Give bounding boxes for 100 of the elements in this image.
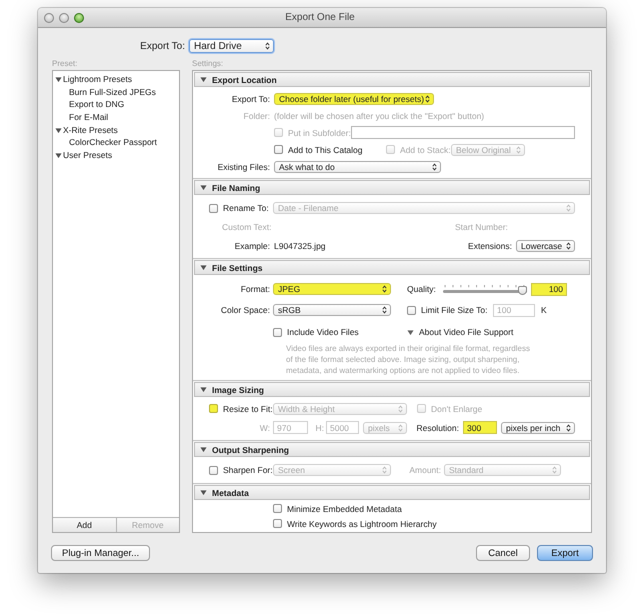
input-field[interactable] <box>351 126 575 139</box>
section-title: File Settings <box>212 262 263 272</box>
disclosure-triangle-icon[interactable] <box>55 126 62 134</box>
checkbox-label[interactable]: Rename To: <box>223 203 269 213</box>
add-button[interactable]: Add <box>53 518 116 532</box>
preset-group[interactable]: Lightroom Presets <box>63 74 132 84</box>
preset-group[interactable]: X-Rite Presets <box>63 125 118 136</box>
field-label: Existing Files: <box>216 162 270 172</box>
input-field[interactable]: 100 <box>531 282 567 296</box>
section-header[interactable]: Image Sizing <box>194 382 590 397</box>
checkbox-label[interactable]: Resize to Fit: <box>223 404 273 414</box>
checkbox[interactable] <box>209 466 218 474</box>
info-text: (folder will be chosen after you click the "Export" button) <box>274 110 486 120</box>
updown-arrows-icon <box>566 204 571 212</box>
disclosure-triangle-icon <box>200 489 207 496</box>
updown-arrows-icon <box>425 94 430 102</box>
section-title: Image Sizing <box>212 384 264 394</box>
checkbox[interactable] <box>273 504 282 513</box>
section-title: File Naming <box>212 182 260 192</box>
field-label: Format: <box>240 284 270 294</box>
checkbox[interactable] <box>209 204 218 212</box>
section-header[interactable]: Metadata <box>194 485 590 500</box>
section-header[interactable]: File Settings <box>194 260 590 275</box>
info-text: Start Number: <box>455 222 509 232</box>
section-header[interactable]: Export Location <box>194 72 590 87</box>
minimize-button[interactable] <box>59 12 69 22</box>
field-label: W: <box>258 422 270 432</box>
zoom-button[interactable] <box>74 12 84 22</box>
export-button[interactable]: Export <box>537 545 593 561</box>
updown-arrows-icon <box>516 146 521 154</box>
updown-arrows-icon <box>382 466 387 474</box>
checkbox[interactable] <box>274 145 283 154</box>
preset-item[interactable]: Burn Full-Sized JPEGs <box>55 86 179 98</box>
field-label: Resolution: <box>415 422 459 432</box>
disclosure-triangle-icon[interactable] <box>55 76 62 83</box>
updown-arrows-icon <box>566 424 571 432</box>
field-label: Folder: <box>242 110 270 120</box>
dropdown[interactable]: Lowercase <box>516 240 575 252</box>
preset-item[interactable]: Export to DNG <box>55 98 179 112</box>
slider-thumb[interactable] <box>518 286 527 295</box>
field-label: Amount: <box>408 465 441 475</box>
checkbox[interactable] <box>273 328 282 336</box>
info-text: Custom Text: <box>222 222 272 232</box>
info-text: Quality: <box>407 284 437 294</box>
checkbox-label[interactable]: Limit File Size To: <box>421 305 488 315</box>
checkbox-label[interactable]: Include Video Files <box>287 327 359 337</box>
section-header[interactable]: File Naming <box>194 180 590 195</box>
updown-arrows-icon <box>398 404 403 412</box>
checkbox[interactable] <box>273 519 282 528</box>
disclosure-triangle-icon <box>200 264 207 271</box>
field-label: Export To: <box>139 40 185 52</box>
updown-arrows-icon <box>432 162 437 170</box>
updown-arrows-icon <box>382 285 387 293</box>
checkbox-label[interactable]: Add to This Catalog <box>288 144 362 154</box>
cancel-button[interactable]: Cancel <box>476 545 530 561</box>
disclosure-triangle-icon <box>200 446 207 453</box>
dropdown[interactable]: Ask what to do <box>274 160 441 172</box>
checkbox-label[interactable]: Sharpen For: <box>223 465 273 475</box>
preset-item[interactable]: ColorChecker Passport <box>55 136 179 150</box>
section-title: Output Sharpening <box>212 444 289 454</box>
quality-slider[interactable] <box>443 283 527 295</box>
info-text: L9047325.jpg <box>274 241 327 251</box>
field-label: H: <box>314 422 324 432</box>
note-text: Video files are always exported in their original file format, regardless of the file format selected above. Image sizing, output sharpening, metadata, and watermarking options are not applied to video files. <box>286 343 531 376</box>
window-title: Export One File <box>284 12 356 23</box>
disclosure-triangle-icon[interactable] <box>407 328 414 336</box>
column-caption: Settings: <box>192 59 224 69</box>
checkbox[interactable] <box>407 306 416 314</box>
section-title: Export Location <box>212 74 277 84</box>
input-field[interactable]: 300 <box>463 421 497 434</box>
field-label: Example: <box>234 241 270 251</box>
updown-arrows-icon <box>382 306 387 314</box>
field-label: Export To: <box>230 94 270 104</box>
disclosure-triangle-icon <box>200 386 207 393</box>
field-label: Color Space: <box>220 305 270 315</box>
updown-arrows-icon <box>566 242 571 250</box>
checkbox-label[interactable]: Minimize Embedded Metadata <box>287 504 402 514</box>
updown-arrows-icon <box>398 424 403 432</box>
disclosure-triangle-icon[interactable] <box>55 152 62 159</box>
checkbox[interactable] <box>209 404 218 413</box>
updown-arrows-icon <box>552 466 557 474</box>
section-title: Metadata <box>212 488 249 498</box>
disclosure-triangle-icon <box>200 76 207 83</box>
updown-arrows-icon <box>265 42 270 50</box>
dropdown[interactable]: sRGB <box>273 304 391 316</box>
dropdown[interactable]: JPEG <box>273 283 391 295</box>
info-text: K <box>541 305 548 315</box>
dropdown[interactable]: Hard Drive <box>189 39 274 53</box>
checkbox-label[interactable]: Write Keywords as Lightroom Hierarchy <box>287 518 437 528</box>
disclosure-label[interactable]: About Video File Support <box>419 327 514 337</box>
disclosure-triangle-icon <box>200 184 207 191</box>
preset-group[interactable]: User Presets <box>63 150 112 160</box>
close-button[interactable] <box>44 12 54 22</box>
preset-item[interactable]: For E-Mail <box>55 111 179 124</box>
column-caption: Preset: <box>52 59 78 69</box>
dropdown[interactable]: Choose folder later (useful for presets) <box>274 92 434 104</box>
field-label: Extensions: <box>467 241 512 251</box>
section-header[interactable]: Output Sharpening <box>194 442 590 457</box>
dropdown[interactable]: pixels per inch <box>501 422 575 434</box>
plugin-manager-button[interactable]: Plug-in Manager... <box>51 545 150 561</box>
